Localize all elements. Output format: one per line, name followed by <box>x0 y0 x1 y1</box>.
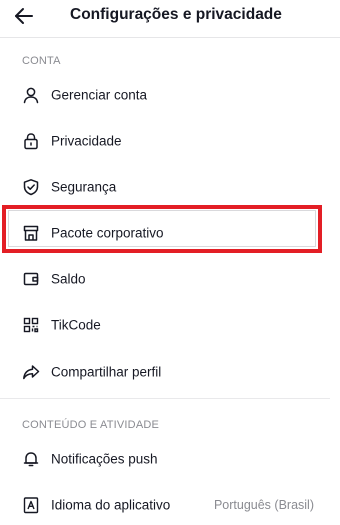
menu-item-saldo[interactable]: Saldo <box>0 259 330 299</box>
menu-item-label: Compartilhar perfil <box>51 364 162 380</box>
menu-item-label: Notificações push <box>51 451 158 467</box>
store-icon <box>22 224 40 242</box>
menu-item-label: Privacidade <box>51 133 122 149</box>
section-title-conta: CONTA <box>22 55 61 67</box>
page-title: Configurações e privacidade <box>70 6 282 23</box>
menu-item-label: Gerenciar conta <box>51 87 148 103</box>
menu-item-label: TikCode <box>51 317 101 333</box>
top-bar: Configurações e privacidade <box>0 0 340 38</box>
menu-item-idioma-aplicativo[interactable]: Idioma do aplicativo Português (Brasil) <box>0 485 330 525</box>
section-title-conteudo-atividade: CONTEÚDO E ATIVIDADE <box>22 419 160 431</box>
menu-item-notificacoes-push[interactable]: Notificações push <box>0 439 330 479</box>
arrow-left-icon <box>14 7 34 25</box>
bell-icon <box>22 450 40 468</box>
menu-item-label: Idioma do aplicativo <box>51 497 171 513</box>
menu-item-label: Segurança <box>51 179 117 195</box>
back-button[interactable] <box>14 2 50 30</box>
lock-icon <box>22 132 40 150</box>
menu-item-tikcode[interactable]: TikCode <box>0 305 330 345</box>
user-icon <box>22 86 40 104</box>
menu-item-seguranca[interactable]: Segurança <box>0 167 330 207</box>
menu-item-privacidade[interactable]: Privacidade <box>0 121 330 161</box>
shield-icon <box>22 178 40 196</box>
menu-item-gerenciar-conta[interactable]: Gerenciar conta <box>0 75 330 115</box>
share-icon <box>22 363 40 381</box>
menu-item-label: Pacote corporativo <box>51 225 164 241</box>
selected-language-value: Português (Brasil) <box>213 498 314 512</box>
section-divider <box>0 398 330 399</box>
menu-item-label: Saldo <box>51 271 86 287</box>
menu-item-compartilhar-perfil[interactable]: Compartilhar perfil <box>0 352 330 392</box>
menu-item-pacote-corporativo[interactable]: Pacote corporativo <box>0 213 330 253</box>
qr-code-icon <box>22 316 40 334</box>
wallet-icon <box>22 270 40 288</box>
language-icon <box>22 496 40 514</box>
